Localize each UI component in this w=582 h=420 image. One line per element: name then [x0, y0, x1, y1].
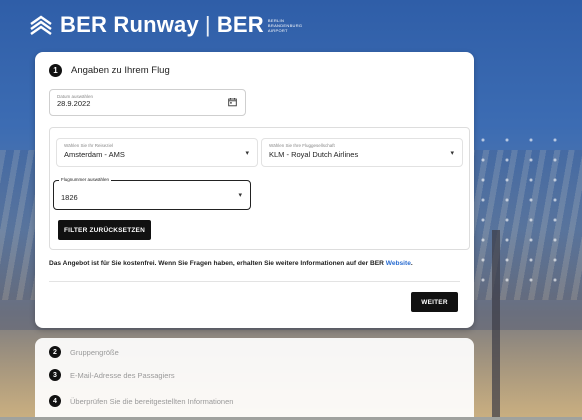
airline-label: Wählen Sie Ihre Fluggesellschaft	[269, 143, 335, 148]
divider	[49, 281, 460, 282]
step-2-row: 2 Gruppengröße	[49, 346, 119, 358]
remaining-steps-card: 2 Gruppengröße 3 E-Mail-Adresse des Pass…	[35, 338, 474, 417]
chevron-down-icon: ▾	[450, 149, 454, 157]
destination-value: Amsterdam - AMS	[64, 150, 125, 159]
brand-separator: |	[204, 12, 211, 37]
date-field-value: 28.9.2022	[57, 99, 91, 108]
brand-name: BER Runway	[60, 12, 199, 37]
airline-select[interactable]: Wählen Sie Ihre Fluggesellschaft KLM - R…	[261, 138, 463, 167]
step-number-badge: 4	[49, 395, 61, 407]
step-number-badge: 1	[49, 64, 62, 77]
step-3-row: 3 E-Mail-Adresse des Passagiers	[49, 369, 175, 381]
step-title: E-Mail-Adresse des Passagiers	[70, 370, 175, 380]
background-column	[492, 230, 500, 417]
brand-logo[interactable]: BER Runway | BER BERLIN BRANDENBURG AIRP…	[28, 12, 302, 38]
step-title: Gruppengröße	[70, 347, 119, 357]
chevron-down-icon: ▾	[238, 192, 242, 199]
brand-mark: BER	[216, 12, 264, 37]
step-title: Überprüfen Sie die bereitgestellten Info…	[70, 396, 234, 406]
destination-label: Wählen Sie Ihr Reiseziel	[64, 143, 114, 148]
chevron-down-icon: ▾	[245, 149, 249, 157]
calendar-icon[interactable]	[228, 97, 237, 108]
step-number-badge: 3	[49, 369, 61, 381]
step-title: Angaben zu Ihrem Flug	[71, 65, 170, 76]
flight-details-card: 1 Angaben zu Ihrem Flug Datum auswählen …	[35, 52, 474, 328]
flight-number-label: Flugnummer auswählen	[59, 177, 112, 182]
flight-number-select[interactable]: Flugnummer auswählen 1826 ▾	[53, 177, 251, 210]
info-text: Das Angebot ist für Sie kostenfrei. Wenn…	[49, 260, 413, 267]
date-picker-field[interactable]: Datum auswählen 28.9.2022	[49, 89, 246, 116]
next-button[interactable]: WEITER	[411, 292, 458, 312]
airline-value: KLM - Royal Dutch Airlines	[269, 150, 359, 159]
flight-number-value: 1826	[61, 193, 78, 202]
reset-filter-button[interactable]: FILTER ZURÜCKSETZEN	[58, 220, 151, 240]
step-number-badge: 2	[49, 346, 61, 358]
destination-select[interactable]: Wählen Sie Ihr Reiseziel Amsterdam - AMS…	[56, 138, 258, 167]
website-link[interactable]: Website	[386, 260, 411, 267]
step-1-header: 1 Angaben zu Ihrem Flug	[49, 64, 170, 77]
brand-mark-subtitle: BERLIN BRANDENBURG AIRPORT	[267, 17, 303, 33]
step-4-row: 4 Überprüfen Sie die bereitgestellten In…	[49, 395, 233, 407]
flight-filter-group: Wählen Sie Ihr Reiseziel Amsterdam - AMS…	[49, 127, 470, 250]
runway-chevron-icon	[30, 15, 52, 35]
